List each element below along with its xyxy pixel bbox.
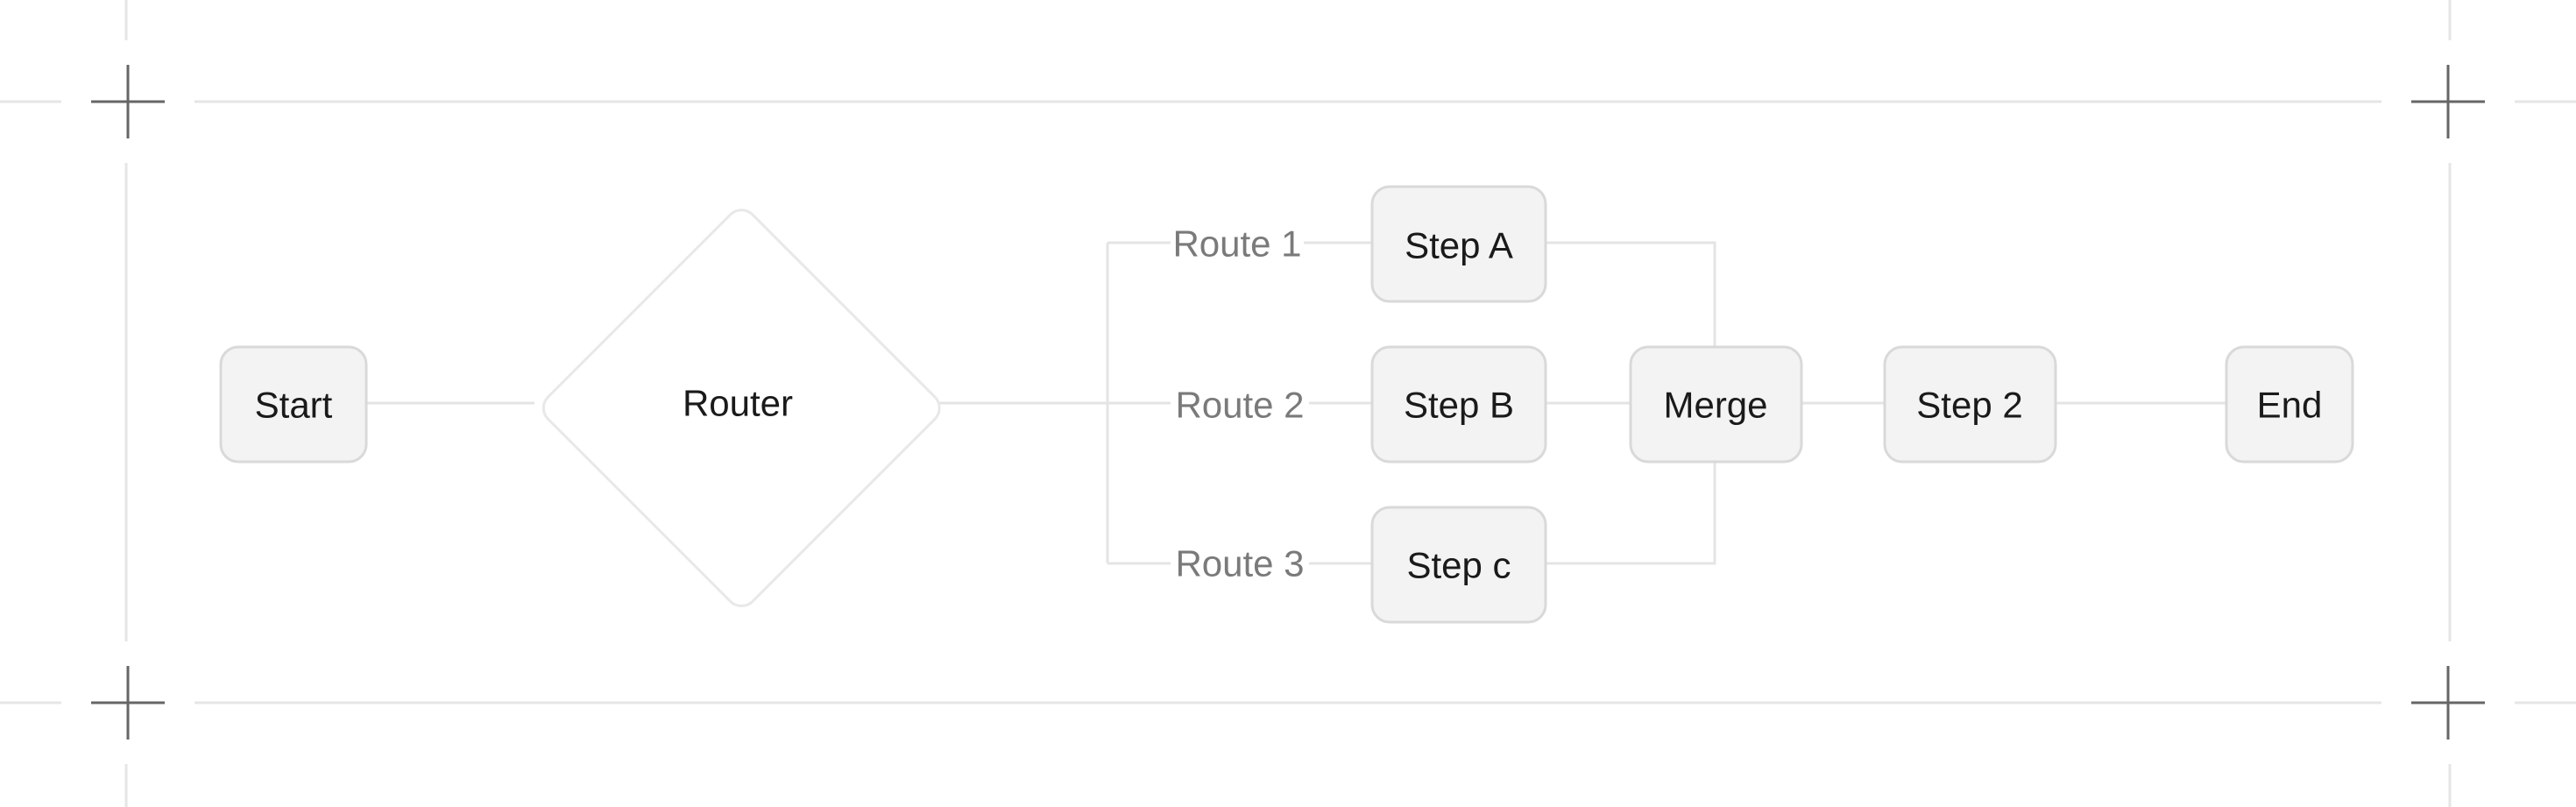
- merge-label: Merge: [1663, 385, 1767, 426]
- step-c-node[interactable]: Step c: [1370, 506, 1547, 624]
- end-node[interactable]: End: [2225, 345, 2354, 464]
- step-a-node[interactable]: Step A: [1370, 185, 1547, 303]
- start-node[interactable]: Start: [219, 345, 368, 464]
- step-2-node[interactable]: Step 2: [1883, 345, 2057, 464]
- step-a-label: Step A: [1405, 225, 1513, 266]
- step-2-label: Step 2: [1916, 385, 2022, 426]
- router-label: Router: [683, 383, 793, 424]
- route-1-label: Route 1: [1172, 223, 1301, 265]
- crosshair-icon: [91, 65, 165, 138]
- end-label: End: [2257, 385, 2323, 426]
- step-b-label: Step B: [1404, 385, 1514, 426]
- merge-node[interactable]: Merge: [1629, 345, 1803, 464]
- route-3-label: Route 3: [1175, 543, 1304, 584]
- crosshair-icon: [91, 666, 165, 740]
- crosshair-icon: [2411, 65, 2485, 138]
- crosshair-icon: [2411, 666, 2485, 740]
- step-c-label: Step c: [1406, 545, 1511, 586]
- edge-step-a-merge: [1546, 241, 1716, 347]
- step-b-node[interactable]: Step B: [1370, 345, 1547, 464]
- flow-diagram: Router Start Step A Step B Step c Merge …: [0, 0, 2576, 807]
- route-2-label: Route 2: [1175, 385, 1304, 426]
- start-label: Start: [255, 385, 333, 426]
- router-node[interactable]: Router: [537, 203, 946, 612]
- edge-step-c-merge: [1546, 462, 1716, 565]
